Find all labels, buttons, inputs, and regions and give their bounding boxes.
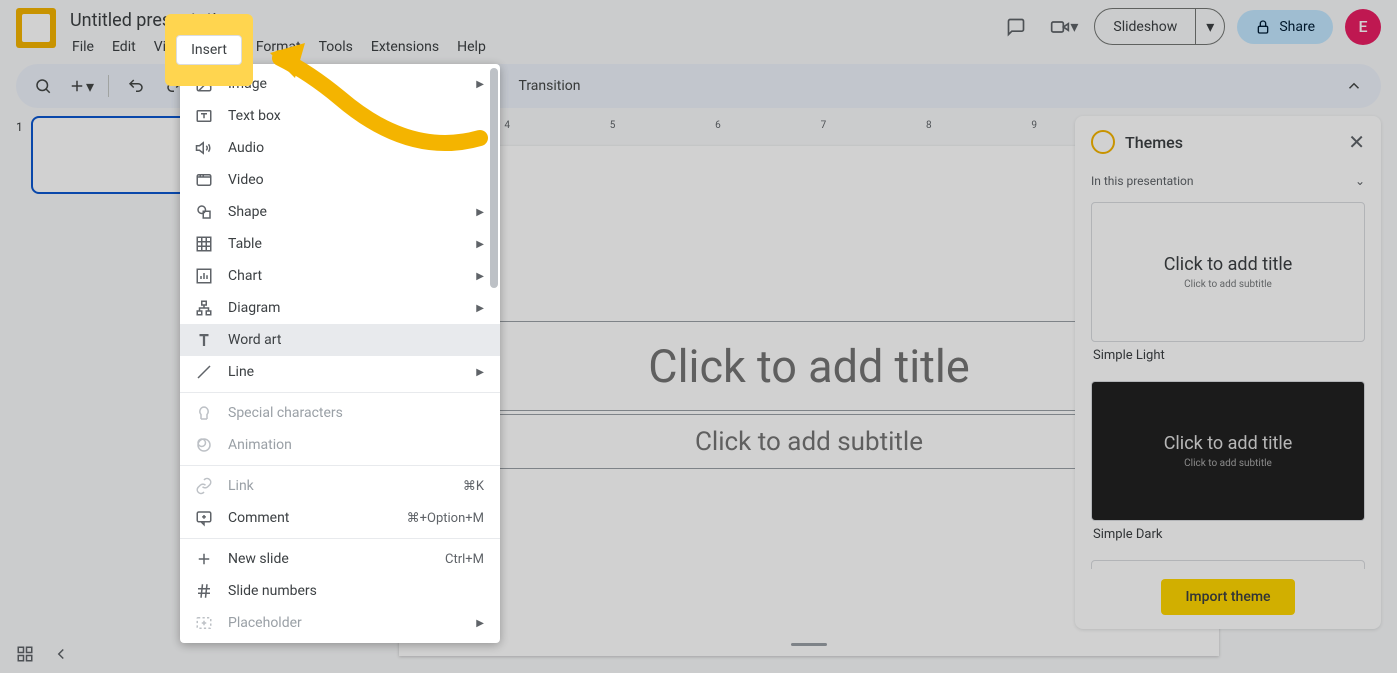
comment-icon: [194, 508, 214, 528]
menu-file[interactable]: File: [64, 35, 102, 59]
menu-edit[interactable]: Edit: [104, 35, 144, 59]
lock-icon: [1255, 19, 1271, 35]
menu-item-diagram[interactable]: Diagram ▶: [180, 292, 500, 324]
themes-panel-title: Themes: [1125, 133, 1338, 152]
slideshow-dropdown[interactable]: ▾: [1195, 9, 1224, 44]
menu-item-video[interactable]: Video: [180, 164, 500, 196]
menu-item-comment[interactable]: Comment ⌘+Option+M: [180, 502, 500, 534]
animation-icon: [194, 435, 214, 455]
menu-item-audio[interactable]: Audio: [180, 132, 500, 164]
menu-item-line[interactable]: Line ▶: [180, 356, 500, 388]
menu-item-table[interactable]: Table ▶: [180, 228, 500, 260]
chevron-right-icon: ▶: [476, 239, 484, 250]
comments-icon[interactable]: [998, 9, 1034, 45]
new-slide-button[interactable]: ▾: [66, 71, 96, 101]
share-label: Share: [1279, 19, 1315, 35]
menu-item-shape[interactable]: Shape ▶: [180, 196, 500, 228]
line-icon: [194, 362, 214, 382]
title-placeholder[interactable]: Click to add title: [444, 321, 1174, 411]
textbox-icon: [194, 106, 214, 126]
share-button[interactable]: Share: [1237, 10, 1333, 44]
undo-icon[interactable]: [121, 71, 151, 101]
import-theme-button[interactable]: Import theme: [1161, 579, 1294, 615]
menu-item-placeholder: Placeholder ▶: [180, 607, 500, 639]
insert-menu-dropdown: Image ▶ Text box Audio Video Shape ▶ Tab…: [180, 64, 500, 643]
chevron-right-icon: ▶: [476, 618, 484, 629]
palette-icon: [1091, 130, 1115, 154]
menu-item-specialchars: Special characters: [180, 397, 500, 429]
table-icon: [194, 234, 214, 254]
slideshow-button[interactable]: Slideshow: [1095, 11, 1195, 43]
specialchars-icon: [194, 403, 214, 423]
shape-icon: [194, 202, 214, 222]
menu-item-animation: Animation: [180, 429, 500, 461]
chevron-right-icon: ▶: [476, 271, 484, 282]
transition-button[interactable]: Transition: [509, 72, 591, 100]
theme-card-light[interactable]: Click to add title Click to add subtitle…: [1091, 202, 1365, 375]
menu-item-textbox[interactable]: Text box: [180, 100, 500, 132]
search-icon[interactable]: [28, 71, 58, 101]
slide-thumbnail[interactable]: [31, 116, 191, 194]
slide-number: 1: [16, 116, 23, 194]
menu-item-wordart[interactable]: Word art: [180, 324, 500, 356]
theme-card-third[interactable]: Click to add title: [1091, 560, 1365, 569]
hash-icon: [194, 581, 214, 601]
slides-logo[interactable]: [16, 8, 56, 48]
video-icon: [194, 170, 214, 190]
menu-item-link: Link ⌘K: [180, 470, 500, 502]
chevron-right-icon: ▶: [476, 207, 484, 218]
link-icon: [194, 476, 214, 496]
diagram-icon: [194, 298, 214, 318]
notes-handle[interactable]: [791, 643, 827, 646]
menu-item-slidenumbers[interactable]: Slide numbers: [180, 575, 500, 607]
account-avatar[interactable]: E: [1345, 9, 1381, 45]
chevron-right-icon: ▶: [476, 367, 484, 378]
collapse-toolbar-icon[interactable]: [1339, 71, 1369, 101]
themes-subsection[interactable]: In this presentation ⌄: [1075, 168, 1381, 194]
collapse-filmstrip-icon[interactable]: [52, 645, 70, 663]
chevron-down-icon: ⌄: [1355, 174, 1365, 188]
video-call-icon[interactable]: ▾: [1046, 9, 1082, 45]
menu-help[interactable]: Help: [449, 35, 494, 59]
chevron-right-icon: ▶: [476, 303, 484, 314]
menu-format[interactable]: Format: [248, 35, 309, 59]
placeholder-icon: [194, 613, 214, 633]
theme-card-dark[interactable]: Click to add title Click to add subtitle…: [1091, 381, 1365, 554]
audio-icon: [194, 138, 214, 158]
menu-item-newslide[interactable]: New slide Ctrl+M: [180, 543, 500, 575]
plus-icon: [194, 549, 214, 569]
chart-icon: [194, 266, 214, 286]
menu-extensions[interactable]: Extensions: [363, 35, 447, 59]
annotation-highlight: Insert: [165, 14, 253, 86]
menu-tools[interactable]: Tools: [311, 35, 361, 59]
wordart-icon: [194, 330, 214, 350]
menu-item-chart[interactable]: Chart ▶: [180, 260, 500, 292]
chevron-right-icon: ▶: [476, 79, 484, 90]
close-icon[interactable]: ✕: [1348, 130, 1365, 154]
grid-view-icon[interactable]: [16, 645, 34, 663]
subtitle-placeholder[interactable]: Click to add subtitle: [444, 414, 1174, 469]
scrollbar[interactable]: [490, 68, 498, 288]
